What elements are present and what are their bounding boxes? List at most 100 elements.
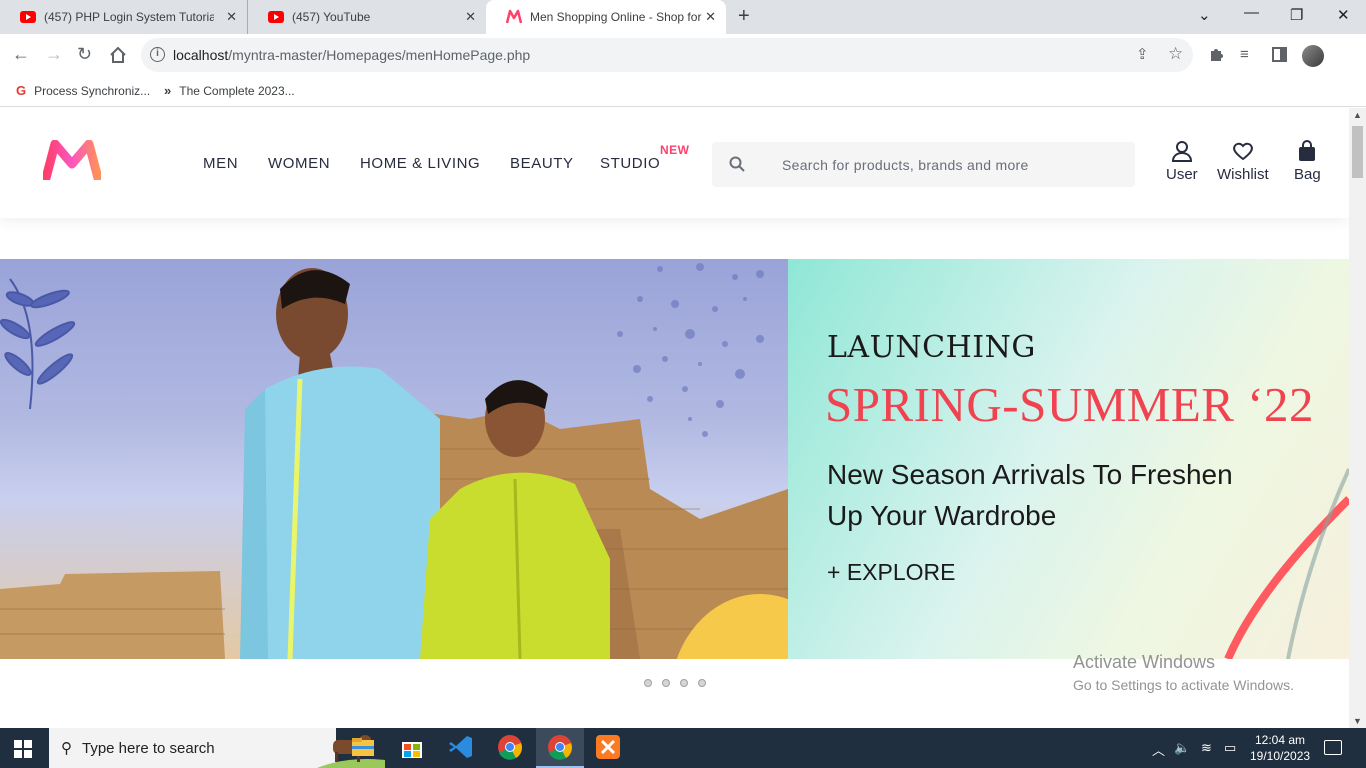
hero-illustration [0, 263, 788, 659]
tab-title: (457) PHP Login System Tutorial [44, 10, 214, 24]
bag-button[interactable]: Bag [1294, 140, 1321, 183]
microsoft-store-icon[interactable] [399, 734, 425, 760]
tagline-line-1: New Season Arrivals To Freshen [827, 459, 1233, 490]
g-icon: G [16, 83, 27, 98]
user-button[interactable]: User [1166, 140, 1198, 183]
volume-icon[interactable]: 🔈 [1174, 740, 1190, 756]
search-input[interactable]: Search for products, brands and more [712, 142, 1135, 187]
notification-center-icon[interactable] [1324, 740, 1342, 755]
chevron-icon: » [164, 83, 172, 98]
user-label: User [1166, 166, 1198, 183]
close-tab-icon[interactable]: ✕ [705, 9, 716, 25]
battery-icon[interactable]: ▭ [1224, 740, 1236, 756]
wifi-icon[interactable]: ≋ [1201, 740, 1212, 756]
forward-arrow-icon[interactable]: → [45, 44, 63, 65]
youtube-icon [268, 11, 284, 23]
banner-tagline: New Season Arrivals To Freshen Up Your W… [827, 454, 1247, 536]
bookmark-label: Process Synchroniz... [34, 83, 151, 98]
taskbar-search-placeholder: Type here to search [82, 739, 215, 757]
taskbar-clock[interactable]: 12:04 am 19/10/2023 [1250, 732, 1310, 764]
hero-photo [0, 259, 788, 659]
url-path: /myntra-master/Homepages/menHomePage.php [228, 47, 531, 63]
tagline-line-2: Up Your Wardrobe [827, 500, 1057, 531]
browser-tab-2[interactable]: (457) YouTube ✕ [248, 0, 486, 34]
home-icon[interactable] [109, 46, 127, 64]
site-info-icon[interactable]: i [150, 47, 165, 62]
windows-taskbar: ⚲ Type here to search ︿ 🔈 ≋ ▭ 12:04 am 1… [0, 728, 1366, 768]
clock-time: 12:04 am [1255, 733, 1306, 747]
nav-beauty[interactable]: BEAUTY [510, 155, 574, 172]
chrome-icon[interactable] [497, 734, 523, 760]
taskbar-search[interactable]: ⚲ Type here to search [49, 728, 385, 768]
myntra-logo[interactable] [43, 140, 101, 180]
scroll-up-arrow-icon[interactable]: ▲ [1353, 110, 1362, 120]
nav-studio[interactable]: STUDIO [600, 155, 660, 172]
tray-chevron-up-icon[interactable]: ︿ [1152, 740, 1165, 759]
tab-title: Men Shopping Online - Shop for [530, 10, 702, 24]
extensions-puzzle-icon[interactable] [1208, 47, 1224, 63]
browser-tab-1[interactable]: (457) PHP Login System Tutorial ✕ [0, 0, 248, 34]
side-panel-icon[interactable] [1272, 47, 1287, 62]
vscode-icon[interactable] [448, 734, 474, 760]
watermark-subtitle: Go to Settings to activate Windows. [1073, 677, 1294, 693]
tab-search-chevron-icon[interactable]: ⌄ [1198, 6, 1211, 24]
bookmark-item-2[interactable]: » The Complete 2023... [164, 83, 295, 98]
watermark-title: Activate Windows [1073, 652, 1216, 672]
browser-toolbar: ← → ↻ i localhost/myntra-master/Homepage… [0, 34, 1366, 76]
carousel-dot-4[interactable] [698, 679, 706, 687]
carousel-dots [644, 679, 706, 687]
carousel-dot-1[interactable] [644, 679, 652, 687]
chrome-active-app[interactable] [536, 728, 584, 768]
profile-avatar[interactable] [1302, 45, 1324, 67]
xampp-icon[interactable] [595, 734, 621, 760]
address-bar[interactable]: i localhost/myntra-master/Homepages/menH… [141, 38, 1193, 72]
bookmarks-bar: G Process Synchroniz... » The Complete 2… [0, 76, 1366, 107]
myntra-icon [506, 9, 522, 24]
nav-home-living[interactable]: HOME & LIVING [360, 155, 480, 172]
wishlist-label: Wishlist [1217, 166, 1269, 183]
new-tab-button[interactable]: + [738, 5, 750, 28]
search-icon [729, 156, 745, 172]
windows-start-icon[interactable] [14, 740, 32, 758]
reload-icon[interactable]: ↻ [77, 44, 92, 65]
chrome-profile-icon [548, 735, 572, 760]
new-badge: NEW [660, 143, 690, 157]
banner-spring-summer: SPRING-SUMMER ‘22 [825, 377, 1315, 432]
media-control-icon[interactable]: ≡ [1240, 46, 1249, 63]
restore-button[interactable]: ❐ [1290, 6, 1303, 24]
banner-launching: LAUNCHING [827, 330, 1036, 365]
nav-women[interactable]: WOMEN [268, 155, 330, 172]
carousel-dot-2[interactable] [662, 679, 670, 687]
heart-icon [1232, 142, 1253, 161]
close-tab-icon[interactable]: ✕ [465, 9, 476, 25]
back-arrow-icon[interactable]: ← [12, 44, 30, 65]
browser-tab-active[interactable]: Men Shopping Online - Shop for ✕ [486, 0, 726, 34]
bag-label: Bag [1294, 166, 1321, 183]
search-icon: ⚲ [61, 740, 72, 757]
scrollbar-thumb[interactable] [1352, 126, 1363, 178]
share-icon[interactable]: ⇪ [1136, 45, 1149, 63]
site-header: MEN WOMEN HOME & LIVING BEAUTY STUDIO NE… [0, 108, 1349, 218]
page-scrollbar[interactable]: ▲ ▼ [1349, 108, 1366, 728]
bookmark-label: The Complete 2023... [179, 83, 295, 98]
clock-date: 19/10/2023 [1250, 749, 1311, 763]
scroll-down-arrow-icon[interactable]: ▼ [1353, 716, 1362, 726]
file-explorer-icon[interactable] [350, 734, 376, 760]
tab-title: (457) YouTube [292, 10, 371, 24]
carousel-dot-3[interactable] [680, 679, 688, 687]
url-host: localhost [173, 47, 229, 63]
minimize-button[interactable]: — [1244, 4, 1259, 21]
search-placeholder: Search for products, brands and more [782, 157, 1029, 173]
bookmark-star-icon[interactable]: ☆ [1168, 44, 1183, 64]
user-icon [1171, 141, 1192, 162]
tab-strip: (457) PHP Login System Tutorial ✕ (457) … [0, 0, 1366, 34]
web-page: MEN WOMEN HOME & LIVING BEAUTY STUDIO NE… [0, 108, 1349, 728]
explore-link[interactable]: + EXPLORE [827, 559, 955, 586]
bookmark-item-1[interactable]: G Process Synchroniz... [16, 83, 150, 98]
nav-men[interactable]: MEN [203, 155, 238, 172]
wishlist-button[interactable]: Wishlist [1217, 140, 1269, 183]
youtube-icon [20, 11, 36, 23]
close-window-button[interactable]: ✕ [1337, 6, 1350, 24]
close-tab-icon[interactable]: ✕ [226, 9, 237, 25]
bag-icon [1299, 140, 1316, 161]
